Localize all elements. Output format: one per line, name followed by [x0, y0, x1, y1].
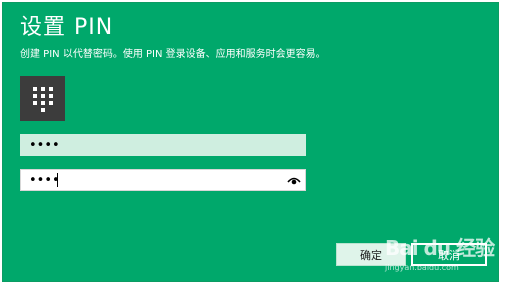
new-pin-input[interactable]: •••• [20, 134, 306, 156]
set-pin-dialog: 设置 PIN 创建 PIN 以代替密码。使用 PIN 登录设备、应用和服务时会更… [2, 2, 499, 282]
keypad-icon [20, 76, 65, 121]
eye-icon[interactable] [286, 174, 302, 186]
confirm-pin-value: •••• [29, 172, 60, 188]
new-pin-value: •••• [29, 137, 60, 153]
dialog-description: 创建 PIN 以代替密码。使用 PIN 登录设备、应用和服务时会更容易。 [20, 49, 326, 60]
dialog-title: 设置 PIN [20, 15, 114, 40]
cancel-button[interactable]: 取消 [411, 243, 487, 266]
confirm-pin-input[interactable]: •••• [20, 169, 306, 191]
text-caret [57, 173, 58, 187]
ok-button[interactable]: 确定 [336, 243, 406, 266]
